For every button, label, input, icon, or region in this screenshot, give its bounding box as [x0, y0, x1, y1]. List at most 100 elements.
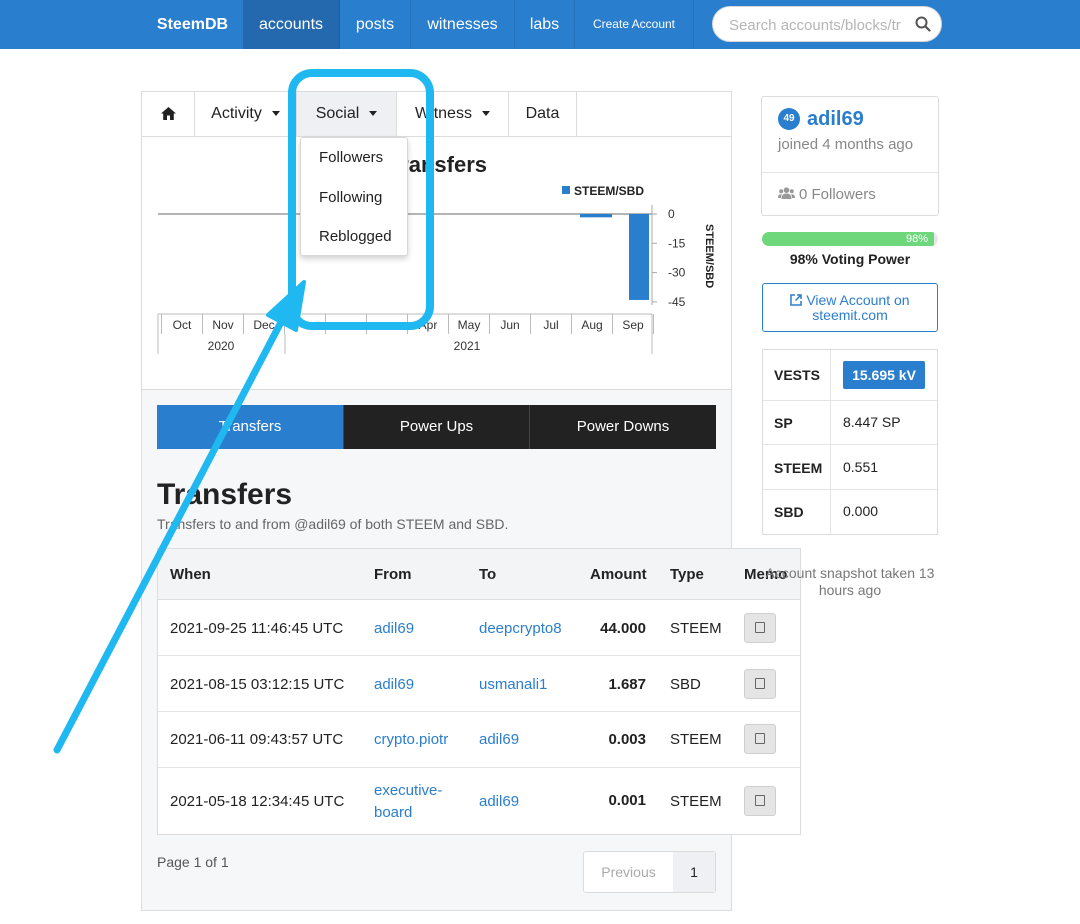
previous-page-button[interactable]: Previous: [584, 852, 674, 892]
memo-icon: [755, 795, 765, 806]
followers-count[interactable]: 0 Followers: [778, 186, 876, 203]
chart-legend-label: STEEM/SBD: [574, 184, 644, 198]
col-to: To: [479, 566, 497, 583]
sbd-label: SBD: [774, 504, 804, 520]
cell-type: STEEM: [670, 620, 722, 637]
cell-to-link[interactable]: usmanali1: [479, 676, 547, 693]
cell-type: STEEM: [670, 731, 722, 748]
nav-posts[interactable]: posts: [340, 0, 411, 49]
home-icon: [160, 107, 176, 120]
chart-year-label: 2021: [454, 339, 481, 353]
cell-amount: 44.000: [600, 620, 646, 637]
cell-to-link[interactable]: adil69: [479, 731, 519, 748]
steem-value: 0.551: [843, 459, 879, 475]
memo-icon: [755, 733, 765, 744]
search-input[interactable]: [727, 14, 907, 36]
nav-create-account[interactable]: Create Account: [575, 0, 694, 49]
pagination: Previous 1: [583, 851, 716, 893]
chart-x-tick-label: Jul: [543, 318, 558, 332]
cell-from-link[interactable]: adil69: [374, 620, 414, 637]
divider: [762, 172, 938, 173]
memo-button[interactable]: [744, 786, 776, 816]
subtab-power-downs[interactable]: Power Downs: [529, 405, 716, 449]
divider: [763, 400, 937, 401]
transfers-chart-svg: ransfers STEEM/SBD 0 -15 -30 -45 STEEM/SBD Oct N…: [157, 152, 715, 354]
followers-label: 0 Followers: [799, 186, 876, 203]
chart-x-tick-label: Dec: [253, 318, 274, 332]
view-account-line2: steemit.com: [812, 307, 888, 323]
search-icon[interactable]: [915, 16, 931, 32]
cell-from-link[interactable]: crypto.piotr: [374, 731, 448, 748]
nav-accounts[interactable]: accounts: [243, 0, 340, 49]
voting-power-bar: 98%: [762, 232, 938, 246]
memo-icon: [755, 678, 765, 689]
col-when: When: [170, 566, 211, 583]
cell-from-link[interactable]: adil69: [374, 676, 414, 693]
transfers-chart: ransfers STEEM/SBD 0 -15 -30 -45 STEEM/SBD Oct N…: [142, 137, 731, 394]
cell-from-link[interactable]: executive-: [374, 782, 442, 799]
joined-date: joined 4 months ago: [778, 136, 914, 153]
nav-labs[interactable]: labs: [515, 0, 575, 49]
vests-label: VESTS: [774, 367, 820, 383]
page-number-button[interactable]: 1: [673, 852, 715, 892]
chart-year-label: 2020: [208, 339, 235, 353]
chart-y-tick-label: -15: [668, 236, 686, 250]
nav-witnesses[interactable]: witnesses: [411, 0, 515, 49]
chart-x-tick-label: Apr: [419, 318, 438, 332]
dropdown-item-reblogged[interactable]: Reblogged: [319, 228, 392, 245]
sbd-value: 0.000: [843, 503, 879, 519]
row-divider: [158, 655, 800, 656]
chart-bar: [629, 214, 649, 300]
tab-witness[interactable]: Witness: [397, 92, 509, 136]
cell-when: 2021-08-15 03:12:15 UTC: [170, 676, 345, 693]
chart-y-tick-label: -45: [668, 295, 686, 309]
cell-type: STEEM: [670, 793, 722, 810]
divider: [830, 350, 831, 534]
chart-legend-swatch: [562, 186, 570, 194]
cell-from-link-line2[interactable]: board: [374, 804, 412, 821]
col-amount: Amount: [590, 566, 647, 583]
tab-home[interactable]: [142, 92, 195, 136]
chart-title: ransfers: [400, 152, 487, 177]
tab-social[interactable]: Social: [297, 92, 397, 136]
section-title: Transfers: [157, 478, 293, 511]
col-from: From: [374, 566, 412, 583]
cell-when: 2021-06-11 09:43:57 UTC: [170, 731, 344, 748]
cell-to-link[interactable]: adil69: [479, 793, 519, 810]
divider: [763, 489, 937, 490]
chart-x-tick-label: May: [458, 318, 481, 332]
chart-bar: [580, 214, 612, 218]
tab-activity[interactable]: Activity: [195, 92, 297, 136]
users-icon: [778, 187, 795, 199]
dropdown-item-following[interactable]: Following: [319, 189, 382, 206]
tab-data[interactable]: Data: [509, 92, 577, 136]
memo-button[interactable]: [744, 724, 776, 754]
external-link-icon: [790, 294, 803, 306]
chart-x-tick-label: Aug: [581, 318, 602, 332]
memo-button[interactable]: [744, 613, 776, 643]
brand-logo[interactable]: SteemDB: [142, 0, 244, 49]
memo-button[interactable]: [744, 669, 776, 699]
chart-x-tick-label: Nov: [212, 318, 233, 332]
view-account-line1: View Account on: [806, 292, 910, 308]
cell-when: 2021-05-18 12:34:45 UTC: [170, 793, 345, 810]
subtab-power-ups[interactable]: Power Ups: [343, 405, 529, 449]
vests-value-badge: 15.695 kV: [843, 361, 925, 389]
cell-when: 2021-09-25 11:46:45 UTC: [170, 620, 344, 637]
cell-type: SBD: [670, 676, 701, 693]
search-box: [712, 6, 942, 42]
section-subtitle: Transfers to and from @adil69 of both ST…: [157, 516, 509, 532]
memo-icon: [755, 622, 765, 633]
view-account-button[interactable]: View Account on steemit.com: [762, 283, 938, 332]
subtab-transfers[interactable]: Transfers: [157, 405, 343, 449]
chart-x-tick-label: Jun: [500, 318, 519, 332]
chart-y-tick-label: 0: [668, 207, 675, 221]
sp-label: SP: [774, 415, 793, 431]
cell-amount: 0.003: [608, 731, 646, 748]
tab-witness-label: Witness: [415, 105, 472, 122]
username-link[interactable]: adil69: [807, 108, 864, 131]
cell-to-link[interactable]: deepcrypto8: [479, 620, 562, 637]
dropdown-item-followers[interactable]: Followers: [319, 149, 383, 166]
tab-activity-label: Activity: [211, 105, 262, 122]
page-info: Page 1 of 1: [157, 854, 229, 870]
